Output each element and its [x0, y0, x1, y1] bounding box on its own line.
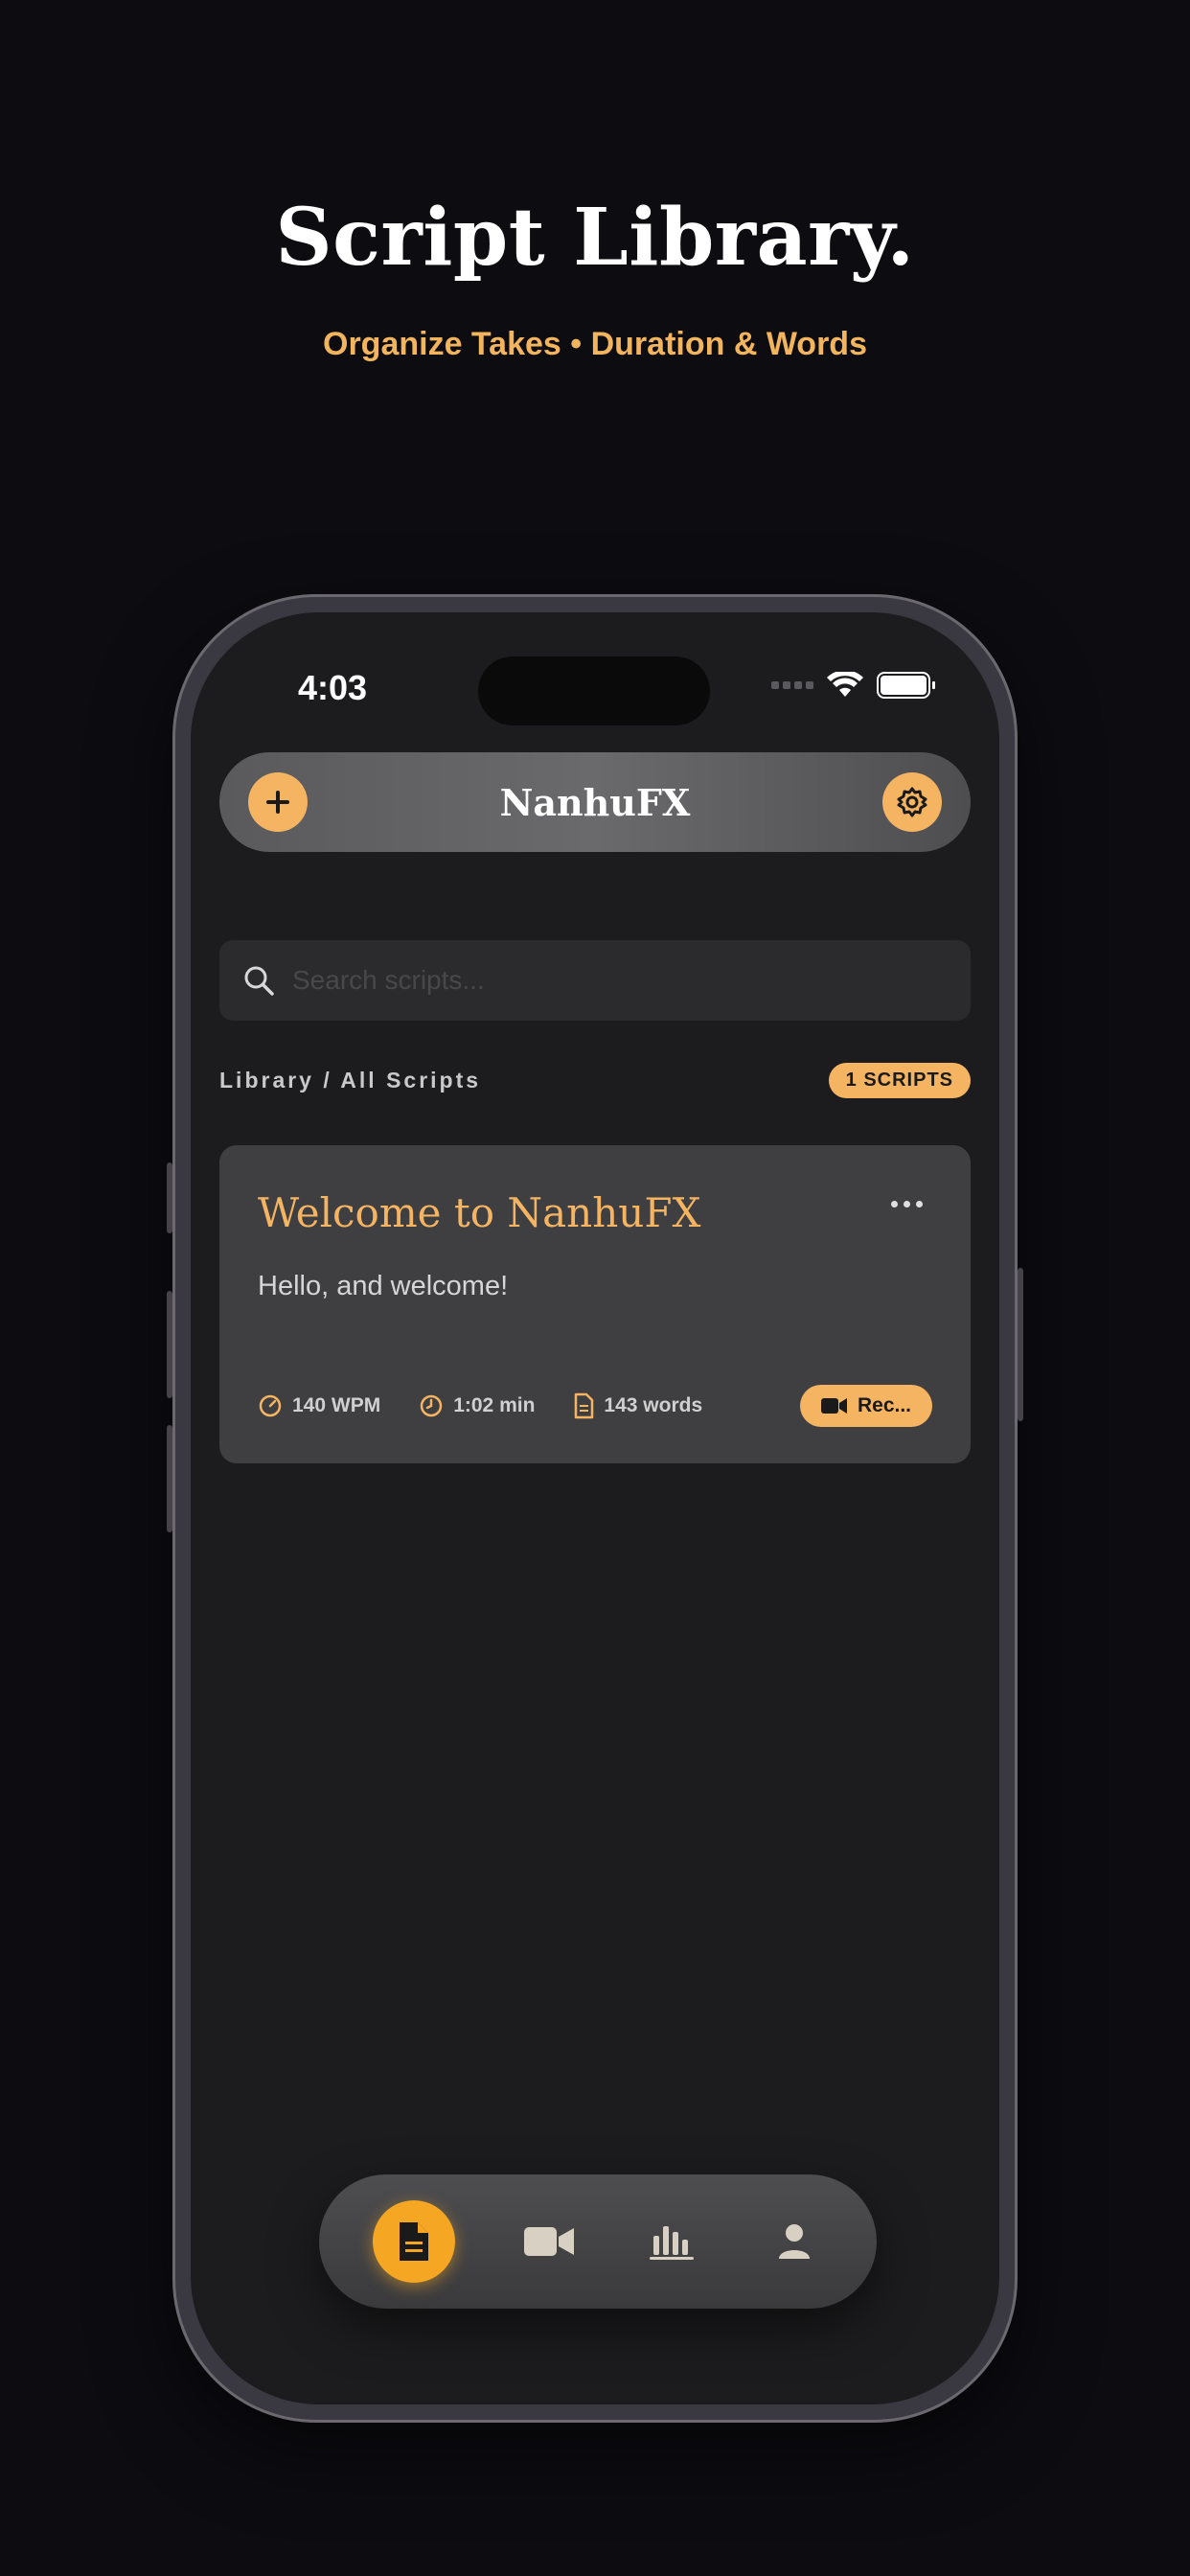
script-card[interactable]: Welcome to NanhuFX Hello, and welcome! 1…: [219, 1145, 971, 1463]
wpm-stat: 140 WPM: [258, 1393, 380, 1418]
promo-page: Script Library. Organize Takes • Duratio…: [0, 0, 1190, 2576]
search-bar: [219, 940, 971, 1021]
volume-down-button: [167, 1425, 172, 1532]
words-stat: 143 words: [573, 1392, 702, 1419]
document-icon: [400, 2222, 428, 2261]
phone-frame: 4:03 NanhuFX Search scripts... Library /…: [167, 594, 1023, 2423]
action-button: [167, 1162, 172, 1233]
phone-screen: 4:03 NanhuFX Search scripts... Library /…: [191, 612, 999, 2404]
duration-stat: 1:02 min: [419, 1393, 535, 1418]
promo-subhead: Organize Takes • Duration & Words: [323, 326, 867, 362]
gear-icon: [897, 787, 927, 817]
tab-profile[interactable]: [766, 2213, 823, 2270]
status-icons: [771, 672, 935, 699]
dynamic-island: [478, 656, 710, 725]
duration-value: 1:02 min: [453, 1394, 536, 1416]
tab-scripts[interactable]: [373, 2200, 455, 2283]
script-preview: Hello, and welcome!: [258, 1271, 509, 1301]
tab-bar: [319, 2174, 877, 2309]
document-icon: [575, 1392, 594, 1419]
app-title: NanhuFX: [499, 780, 691, 824]
power-button: [1018, 1268, 1023, 1421]
video-camera-icon: [820, 1398, 847, 1414]
settings-button[interactable]: [881, 772, 942, 832]
bar-chart-icon: [650, 2226, 694, 2260]
clock-icon: [420, 1394, 443, 1417]
library-header: Library / All Scripts 1 SCRIPTS: [219, 1061, 971, 1099]
cellular-signal-icon: [771, 681, 813, 689]
record-button[interactable]: Rec...: [799, 1385, 932, 1427]
plus-icon: [266, 791, 289, 814]
speedometer-icon: [259, 1394, 282, 1417]
script-count-badge: 1 SCRIPTS: [828, 1062, 971, 1098]
add-script-button[interactable]: [248, 772, 308, 832]
record-label: Rec...: [857, 1394, 911, 1416]
app-header: NanhuFX: [219, 752, 971, 852]
wifi-icon: [827, 672, 863, 697]
search-input[interactable]: [292, 965, 948, 996]
more-options-icon[interactable]: [891, 1201, 923, 1208]
search-icon: [244, 966, 274, 996]
battery-icon: [877, 672, 935, 699]
script-title: Welcome to NanhuFX: [258, 1189, 701, 1236]
volume-up-button: [167, 1291, 172, 1398]
breadcrumb: Library / All Scripts: [219, 1067, 482, 1092]
words-value: 143 words: [604, 1394, 703, 1416]
wpm-value: 140 WPM: [292, 1394, 381, 1416]
promo-headline: Script Library.: [275, 192, 915, 284]
status-time: 4:03: [298, 668, 368, 707]
video-camera-icon: [524, 2227, 574, 2256]
script-meta: 140 WPM 1:02 min 143 words Rec...: [258, 1385, 932, 1427]
tab-stats[interactable]: [643, 2213, 700, 2270]
tab-record[interactable]: [520, 2213, 578, 2270]
person-icon: [779, 2224, 810, 2259]
